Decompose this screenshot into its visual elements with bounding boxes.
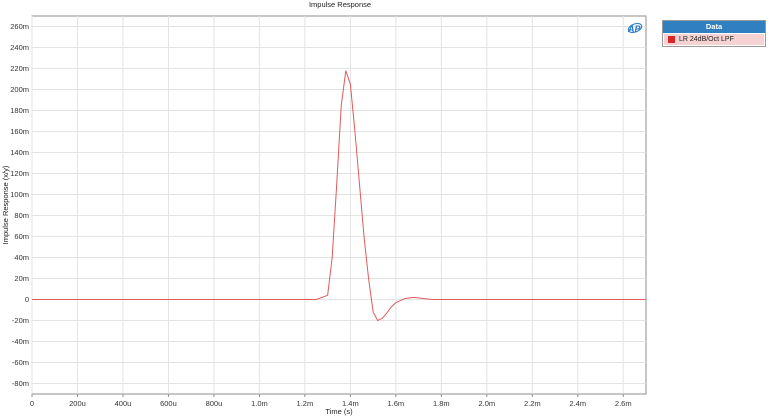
x-tick-label: 600u [160, 399, 177, 408]
chart: Impulse Response 0 200u 400u 600u 800u 1.0m 1.… [1, 0, 647, 416]
y-tick-label: 0 [25, 295, 29, 304]
y-tick-label: 100m [10, 190, 29, 199]
legend-item[interactable]: LR 24dB/Oct LPF [664, 34, 764, 45]
y-axis-title: Impulse Response (x/y) [1, 165, 10, 244]
y-tick-label: 220m [10, 64, 29, 73]
x-tick-label: 1.8m [433, 399, 450, 408]
y-tick-label: -40m [12, 337, 29, 346]
legend: Data LR 24dB/Oct LPF [662, 20, 766, 47]
x-tick-label: 0 [30, 399, 34, 408]
y-tick-label: 40m [14, 253, 29, 262]
x-tick-label: 800u [206, 399, 223, 408]
y-tick-label: -60m [12, 358, 29, 367]
x-tick-label: 2.6m [615, 399, 632, 408]
y-tick-label: 160m [10, 127, 29, 136]
y-tick-label: 60m [14, 232, 29, 241]
y-tick-label: 20m [14, 274, 29, 283]
y-tick-label: 240m [10, 43, 29, 52]
x-tick-label: 2.2m [524, 399, 541, 408]
x-tick-label: 2.4m [569, 399, 586, 408]
y-tick-label: -80m [12, 379, 29, 388]
x-axis-title: Time (s) [325, 407, 353, 416]
logo-text: AP [627, 24, 641, 34]
x-tick-label: 200u [69, 399, 86, 408]
x-tick-label: 1.6m [388, 399, 405, 408]
legend-item-label: LR 24dB/Oct LPF [679, 36, 734, 43]
legend-swatch [668, 36, 675, 43]
y-tick-label: 200m [10, 85, 29, 94]
y-tick-label: -20m [12, 316, 29, 325]
legend-header: Data [663, 21, 765, 33]
y-tick-label: 260m [10, 22, 29, 31]
plot-area [31, 15, 647, 395]
x-tick-label: 400u [115, 399, 132, 408]
y-tick-label: 80m [14, 211, 29, 220]
y-tick-label: 120m [10, 169, 29, 178]
chart-title: Impulse Response [309, 0, 371, 9]
x-tick-label: 1.0m [251, 399, 268, 408]
y-tick-label: 180m [10, 106, 29, 115]
x-tick-label: 1.2m [297, 399, 314, 408]
y-tick-label: 140m [10, 148, 29, 157]
x-tick-label: 2.0m [478, 399, 495, 408]
